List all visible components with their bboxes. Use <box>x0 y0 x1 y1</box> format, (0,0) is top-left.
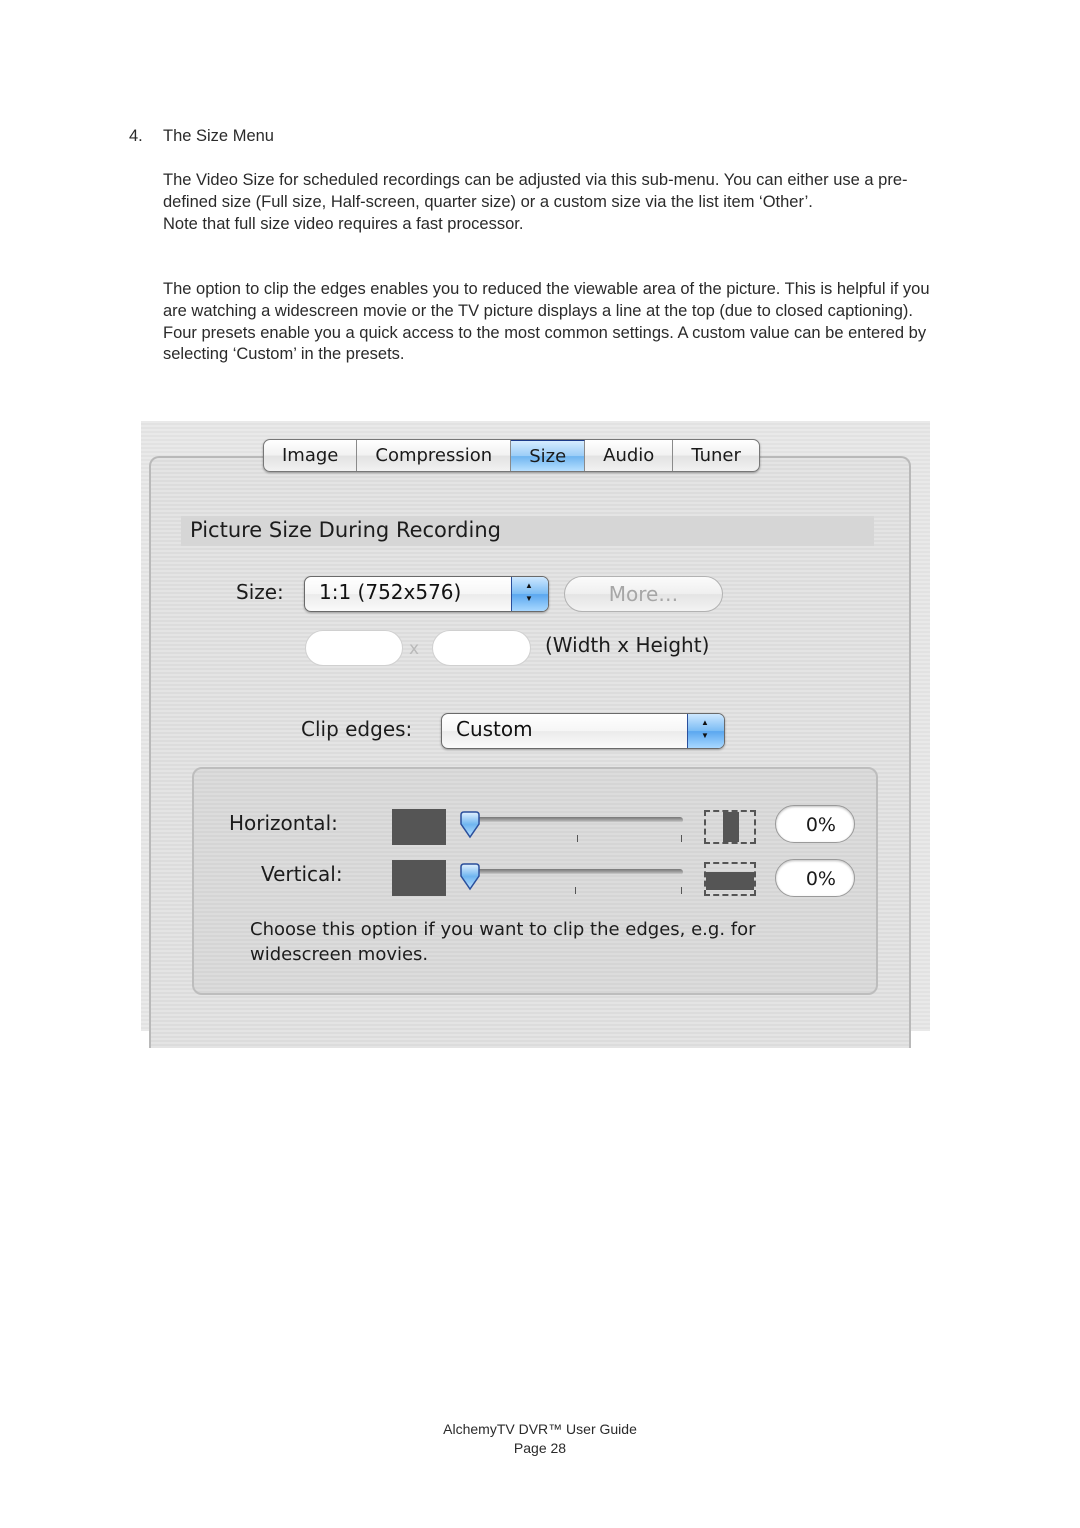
horizontal-slider-knob[interactable] <box>459 811 481 841</box>
paragraph: Note that full size video requires a fas… <box>163 214 524 233</box>
slider-tick <box>681 835 682 842</box>
slider-tick <box>681 887 682 894</box>
clip-settings-box: Horizontal: 0% Vertical: 0% Choose this … <box>192 767 878 995</box>
paragraph-block-1: The Video Size for scheduled recordings … <box>163 170 943 235</box>
vertical-slider-knob[interactable] <box>459 863 481 893</box>
section-number: 4. <box>129 127 143 145</box>
clip-edges-label: Clip edges: <box>301 717 413 741</box>
tab-image[interactable]: Image <box>264 440 358 471</box>
size-select-value: 1:1 (752x576) <box>319 580 462 604</box>
tab-bar: Image Compression Size Audio Tuner <box>263 439 760 472</box>
section-title: Picture Size During Recording <box>190 518 501 542</box>
vertical-clip-icon <box>704 862 756 896</box>
paragraph: The option to clip the edges enables you… <box>163 280 930 320</box>
vertical-value-field[interactable]: 0% <box>775 859 855 897</box>
full-picture-icon <box>392 860 446 896</box>
up-down-arrows-icon <box>687 714 724 748</box>
tab-compression[interactable]: Compression <box>357 440 512 471</box>
dimension-hint: (Width x Height) <box>545 633 710 657</box>
height-input[interactable] <box>432 630 531 666</box>
vertical-slider-track[interactable] <box>461 869 683 875</box>
up-down-arrows-icon <box>511 577 548 611</box>
slider-tick <box>577 835 578 842</box>
full-picture-icon <box>392 809 446 845</box>
paragraph-block-2: The option to clip the edges enables you… <box>163 279 943 366</box>
tab-size[interactable]: Size <box>511 440 586 471</box>
footer-title: AlchemyTV DVR™ User Guide <box>443 1421 637 1437</box>
more-button[interactable]: More… <box>564 576 723 612</box>
size-select[interactable]: 1:1 (752x576) <box>304 576 549 612</box>
slider-tick <box>575 887 576 894</box>
vertical-label: Vertical: <box>261 862 343 886</box>
width-input[interactable] <box>305 630 403 666</box>
clip-edges-select[interactable]: Custom <box>441 713 725 749</box>
size-settings-screenshot: Image Compression Size Audio Tuner Pictu… <box>141 421 930 1048</box>
clip-edges-select-value: Custom <box>456 717 533 741</box>
footer-page-number: Page 28 <box>513 1440 567 1456</box>
paragraph: The Video Size for scheduled recordings … <box>163 171 908 211</box>
clip-hint-text: Choose this option if you want to clip t… <box>250 919 756 965</box>
horizontal-label: Horizontal: <box>229 811 338 835</box>
tab-audio[interactable]: Audio <box>585 440 674 471</box>
size-label: Size: <box>236 580 284 604</box>
horizontal-clip-icon <box>704 810 756 844</box>
section-heading: The Size Menu <box>163 127 274 145</box>
dimension-separator: x <box>409 639 420 659</box>
horizontal-value-field[interactable]: 0% <box>775 805 855 843</box>
paragraph: Four presets enable you a quick access t… <box>163 323 927 364</box>
tab-tuner[interactable]: Tuner <box>673 440 759 471</box>
horizontal-slider-track[interactable] <box>461 817 683 823</box>
